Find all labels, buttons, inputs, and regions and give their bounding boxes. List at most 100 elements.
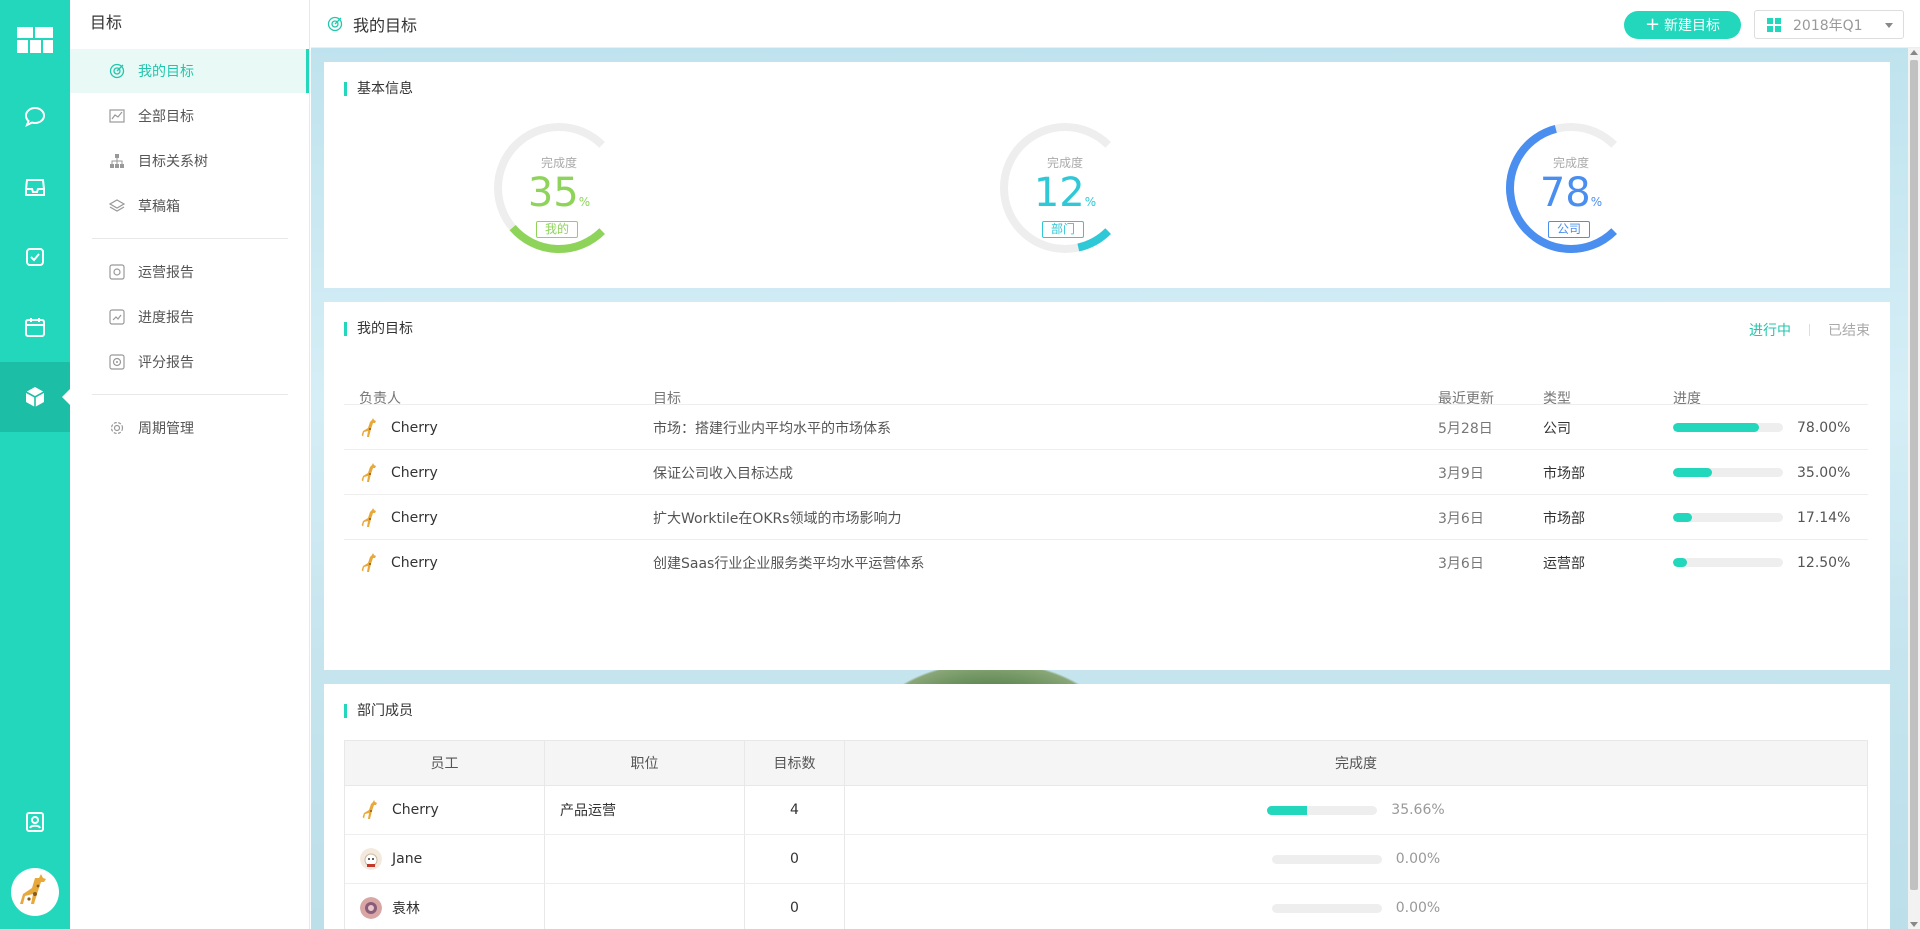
goal-count-cell: 0	[745, 835, 845, 883]
sidebar: 目标 我的目标 全部目标 目标关系树 草稿箱 运营报告 进度报告 评分报告 周期…	[70, 0, 310, 929]
top-bar: 我的目标 + 新建目标 2018年Q1	[311, 0, 1920, 48]
employee-cell: 袁林	[345, 884, 545, 929]
completion-cell: 35.66%	[845, 786, 1867, 834]
calendar-icon[interactable]	[0, 292, 70, 362]
sidebar-item-goal-tree[interactable]: 目标关系树	[70, 139, 309, 183]
table-row[interactable]: 袁林 0 0.00%	[345, 884, 1867, 929]
scrollbar-thumb[interactable]	[1910, 60, 1918, 890]
sidebar-item-score-report[interactable]: 评分报告	[70, 340, 309, 384]
progress-fill	[1673, 558, 1687, 567]
sidebar-item-my-goals[interactable]: 我的目标	[70, 49, 309, 93]
sidebar-item-label: 评分报告	[138, 355, 194, 371]
target-icon	[108, 62, 126, 80]
sidebar-item-drafts[interactable]: 草稿箱	[70, 184, 309, 228]
task-icon[interactable]	[0, 222, 70, 292]
members-table: 员工 职位 目标数 完成度 Cherry 产品运营 4 35.66% Jane 0 0.00…	[344, 740, 1868, 929]
donut-tag: 公司	[1548, 221, 1591, 238]
goal-cell[interactable]: 扩大Worktile在OKRs领域的市场影响力	[653, 495, 902, 540]
progress-bar	[1673, 513, 1783, 522]
goal-cell[interactable]: 市场：搭建行业内平均水平的市场体系	[653, 405, 891, 450]
main-content: 基本信息 完成度 35% 我的 完成度 12% 部门 完成度 78% 公司 我的…	[311, 48, 1908, 929]
period-value: 2018年Q1	[1793, 17, 1863, 34]
sidebar-item-all-goals[interactable]: 全部目标	[70, 94, 309, 138]
owner-cell: Cherry	[359, 540, 438, 585]
giraffe-avatar	[359, 552, 381, 574]
owner-name: Cherry	[391, 554, 438, 571]
scrollbar[interactable]	[1908, 48, 1920, 929]
sidebar-item-ops-report[interactable]: 运营报告	[70, 250, 309, 294]
updated-cell: 3月9日	[1438, 465, 1484, 482]
updated-cell: 3月6日	[1438, 555, 1484, 572]
completion-value: 0.00%	[1395, 851, 1441, 867]
scroll-down-arrow-icon[interactable]	[1910, 922, 1918, 927]
progress-fill	[1673, 468, 1712, 477]
tab-finished[interactable]: 已结束	[1828, 320, 1870, 340]
employee-name: Jane	[392, 851, 423, 867]
sidebar-item-label: 进度报告	[138, 310, 194, 326]
new-goal-button[interactable]: + 新建目标	[1624, 11, 1741, 39]
updated-cell: 5月28日	[1438, 420, 1493, 437]
completion-cell: 0.00%	[845, 835, 1867, 883]
employee-name: 袁林	[392, 901, 420, 917]
table-row[interactable]: Cherry 创建Saas行业企业服务类平均水平运营体系 3月6日 运营部 12.50%	[344, 539, 1868, 584]
score-report-icon	[108, 353, 126, 371]
inbox-icon[interactable]	[0, 152, 70, 222]
report-icon	[108, 263, 126, 281]
type-cell: 市场部	[1543, 465, 1585, 482]
tree-icon	[108, 152, 126, 170]
giraffe-avatar	[360, 799, 382, 821]
completion-bar	[1271, 854, 1382, 864]
members-header-row: 员工 职位 目标数 完成度	[345, 741, 1867, 786]
tab-in-progress[interactable]: 进行中	[1749, 320, 1791, 340]
col-header-employee: 员工	[345, 741, 545, 785]
page-title-text: 我的目标	[353, 16, 418, 35]
contacts-icon[interactable]	[0, 787, 70, 857]
col-header-goal-count: 目标数	[745, 741, 845, 785]
goal-cell[interactable]: 创建Saas行业企业服务类平均水平运营体系	[653, 540, 924, 585]
basic-info-card: 基本信息 完成度 35% 我的 完成度 12% 部门 完成度 78% 公司	[324, 62, 1890, 288]
completion-bar	[1271, 903, 1382, 913]
period-select[interactable]: 2018年Q1	[1754, 10, 1904, 39]
grid-icon	[1767, 17, 1781, 32]
goal-cell[interactable]: 保证公司收入目标达成	[653, 450, 793, 495]
owner-cell: Cherry	[359, 495, 438, 540]
page-title: 我的目标	[327, 0, 417, 48]
sidebar-item-label: 周期管理	[138, 421, 194, 437]
dashboard-icon[interactable]	[0, 5, 70, 75]
giraffe-avatar	[359, 417, 381, 439]
progress-bar	[1673, 423, 1783, 432]
type-cell: 市场部	[1543, 510, 1585, 527]
employee-cell: Jane	[345, 835, 545, 883]
giraffe-avatar	[359, 507, 381, 529]
sidebar-item-cycle-management[interactable]: 周期管理	[70, 406, 309, 450]
dog-avatar	[360, 848, 382, 870]
table-row[interactable]: Cherry 市场：搭建行业内平均水平的市场体系 5月28日 公司 78.00%	[344, 404, 1868, 449]
progress-bar	[1673, 468, 1783, 477]
progress-value: 35.00%	[1797, 464, 1851, 481]
chart-icon	[108, 107, 126, 125]
new-goal-label: 新建目标	[1664, 18, 1721, 34]
user-avatar[interactable]	[11, 868, 59, 916]
sidebar-item-label: 全部目标	[138, 109, 194, 125]
target-icon	[327, 16, 343, 32]
sidebar-divider	[92, 238, 288, 239]
goal-status-tabs: 进行中 已结束	[1749, 320, 1870, 340]
okr-cube-icon[interactable]	[0, 362, 70, 432]
sidebar-item-label: 草稿箱	[138, 199, 180, 215]
table-row[interactable]: Jane 0 0.00%	[345, 835, 1867, 884]
table-row[interactable]: Cherry 扩大Worktile在OKRs领域的市场影响力 3月6日 市场部 17.1…	[344, 494, 1868, 539]
chevron-down-icon	[1885, 23, 1893, 28]
scroll-up-arrow-icon[interactable]	[1910, 50, 1918, 55]
table-row[interactable]: Cherry 保证公司收入目标达成 3月9日 市场部 35.00%	[344, 449, 1868, 494]
sidebar-item-progress-report[interactable]: 进度报告	[70, 295, 309, 339]
table-row[interactable]: Cherry 产品运营 4 35.66%	[345, 786, 1867, 835]
sidebar-item-label: 我的目标	[138, 64, 194, 80]
progress-value: 17.14%	[1797, 509, 1851, 526]
chat-icon[interactable]	[0, 82, 70, 152]
sidebar-item-label: 运营报告	[138, 265, 194, 281]
donut-company: 完成度 78% 公司	[1501, 118, 1641, 258]
owner-cell: Cherry	[359, 405, 438, 450]
tab-separator	[1809, 324, 1810, 336]
card-title: 我的目标	[344, 322, 413, 336]
progress-cell: 17.14%	[1673, 495, 1850, 540]
